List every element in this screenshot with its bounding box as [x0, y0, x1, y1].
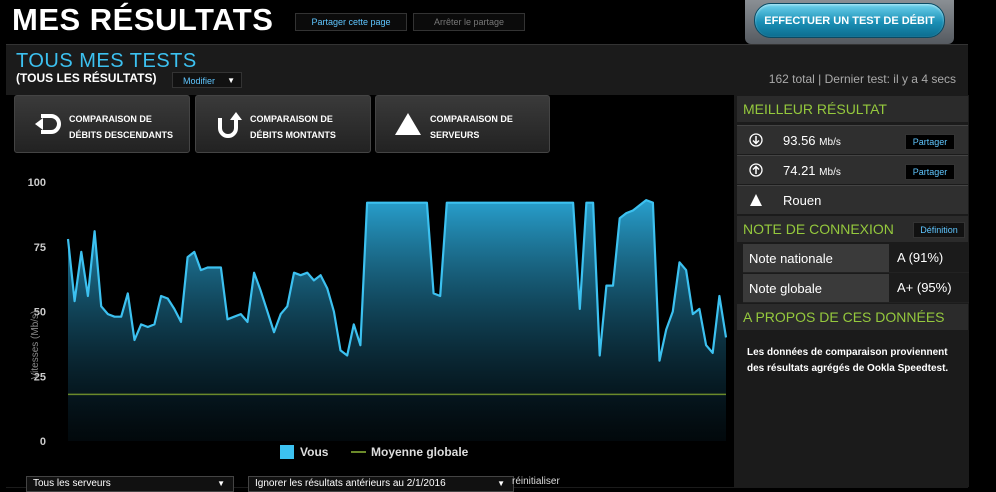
run-speed-test-button[interactable]: EFFECTUER UN TEST DE DÉBIT	[754, 3, 945, 38]
chart-legend: Vous Moyenne globale	[280, 445, 469, 459]
legend-swatch-vous	[280, 445, 294, 459]
cta-tab: EFFECTUER UN TEST DE DÉBIT	[745, 0, 954, 44]
stop-share-button[interactable]: Arrêter le partage	[413, 13, 525, 31]
best-result-header: MEILLEUR RÉSULTAT	[737, 96, 968, 122]
legend-label-average: Moyenne globale	[371, 445, 469, 459]
chevron-down-icon: ▼	[217, 479, 225, 488]
definition-button[interactable]: Définition	[913, 222, 965, 238]
y-tick-label: 75	[34, 242, 46, 254]
tab-label: COMPARAISON DE SERVEURS	[430, 114, 513, 140]
tab-label: COMPARAISON DE DÉBITS DESCENDANTS	[69, 114, 174, 140]
date-filter-select[interactable]: Ignorer les résultats antérieurs au 2/1/…	[248, 476, 514, 492]
chevron-down-icon: ▼	[227, 76, 235, 85]
results-summary: 162 total | Dernier test: il y a 4 secs	[768, 72, 956, 86]
panel-title: TOUS MES TESTS	[16, 50, 197, 72]
right-sidebar: MEILLEUR RÉSULTAT 93.56 Mb/s Partager 74…	[737, 95, 969, 487]
server-triangle-icon	[750, 194, 762, 206]
triangle-icon	[395, 113, 421, 135]
reset-link[interactable]: réinitialiser	[512, 476, 560, 487]
panel-subtitle: (TOUS LES RÉSULTATS)	[16, 71, 157, 85]
global-grade-row: Note globale A+ (95%)	[743, 274, 969, 303]
best-upload-value: 74.21 Mb/s	[783, 163, 841, 178]
best-server-row: Rouen	[737, 185, 968, 214]
global-grade-value: A+ (95%)	[889, 274, 969, 302]
best-download-row: 93.56 Mb/s Partager	[737, 125, 968, 154]
legend-label-vous: Vous	[300, 445, 329, 459]
about-data-header: A PROPOS DE CES DONNÉES	[737, 304, 968, 330]
download-arrow-icon	[35, 114, 61, 134]
series-area	[68, 200, 726, 441]
tab-label: COMPARAISON DE DÉBITS MONTANTS	[250, 114, 336, 140]
share-upload-button[interactable]: Partager	[905, 164, 955, 180]
tab-server-comparison[interactable]: COMPARAISON DE SERVEURS	[375, 95, 550, 153]
y-axis-label: Vitesses (Mb/s)	[30, 311, 41, 380]
tab-download-comparison[interactable]: COMPARAISON DE DÉBITS DESCENDANTS	[14, 95, 190, 153]
download-icon	[749, 133, 763, 147]
connection-grade-header: NOTE DE CONNEXION Définition	[737, 216, 968, 242]
date-filter-value: Ignorer les résultats antérieurs au 2/1/…	[255, 478, 446, 489]
y-tick-label: 0	[40, 436, 46, 448]
global-grade-label: Note globale	[749, 281, 822, 296]
tab-upload-comparison[interactable]: COMPARAISON DE DÉBITS MONTANTS	[195, 95, 371, 153]
best-download-value: 93.56 Mb/s	[783, 133, 841, 148]
modify-dropdown[interactable]: Modifier ▼	[172, 72, 242, 88]
y-tick-label: 100	[28, 177, 46, 189]
speed-chart: 0255075100 Vitesses (Mb/s) Vous Moyenne …	[28, 177, 728, 459]
upload-icon	[749, 163, 763, 177]
server-filter-value: Tous les serveurs	[33, 478, 111, 489]
upload-arrow-icon	[218, 112, 242, 138]
server-filter-select[interactable]: Tous les serveurs ▼	[26, 476, 234, 492]
modify-label: Modifier	[183, 76, 216, 86]
best-server-value: Rouen	[783, 193, 822, 208]
chevron-down-icon: ▼	[497, 479, 505, 488]
share-page-button[interactable]: Partager cette page	[295, 13, 407, 31]
national-grade-row: Note nationale A (91%)	[743, 244, 969, 273]
best-upload-row: 74.21 Mb/s Partager	[737, 155, 968, 184]
share-download-button[interactable]: Partager	[905, 134, 955, 150]
about-data-text: Les données de comparaison proviennent d…	[747, 347, 949, 374]
national-grade-label: Note nationale	[749, 251, 833, 266]
national-grade-value: A (91%)	[889, 244, 969, 272]
page-title: MES RÉSULTATS	[12, 2, 274, 37]
top-bar: MES RÉSULTATS Partager cette page Arrête…	[0, 0, 996, 44]
